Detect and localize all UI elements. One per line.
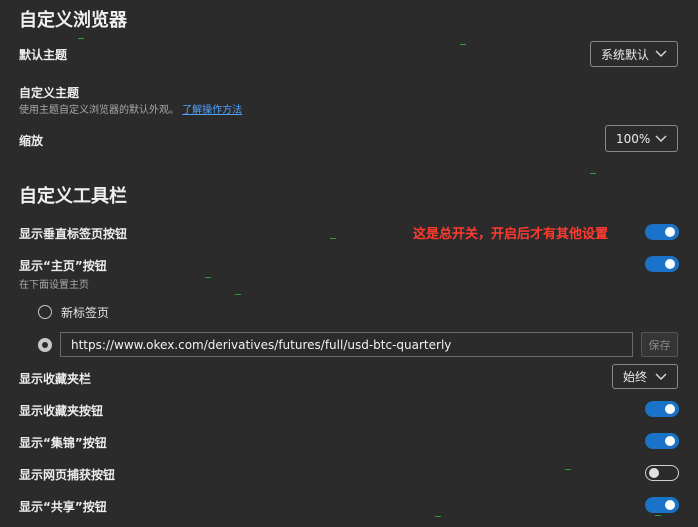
vertical-tabs-toggle[interactable] — [645, 224, 679, 240]
home-button-label: 显示“主页”按钮 — [19, 259, 107, 273]
new-tab-option-label: 新标签页 — [61, 306, 110, 320]
appearance-section-title: 自定义浏览器 — [19, 10, 127, 31]
favorites-button-label: 显示收藏夹按钮 — [19, 404, 104, 418]
collections-button-label: 显示“集锦”按钮 — [19, 436, 107, 450]
toggle-knob — [665, 259, 675, 269]
toggle-knob — [649, 468, 659, 478]
home-button-toggle[interactable] — [645, 256, 679, 272]
custom-theme-label: 自定义主题 — [19, 86, 80, 100]
toggle-knob — [665, 500, 675, 510]
new-tab-radio[interactable] — [38, 305, 52, 319]
zoom-value: 100% — [616, 131, 651, 146]
web-capture-button-label: 显示网页捕获按钮 — [19, 468, 116, 482]
zoom-label: 缩放 — [19, 134, 44, 148]
home-url-radio[interactable] — [38, 338, 52, 352]
toggle-knob — [665, 404, 675, 414]
learn-how-link[interactable]: 了解操作方法 — [182, 105, 242, 116]
favorites-button-toggle[interactable] — [645, 401, 679, 417]
artifact-speck — [590, 173, 596, 174]
custom-theme-desc-text: 使用主题自定义浏览器的默认外观。 — [19, 105, 179, 116]
toggle-knob — [665, 436, 675, 446]
zoom-dropdown[interactable]: 100% — [605, 125, 678, 152]
home-url-input[interactable]: https://www.okex.com/derivatives/futures… — [60, 332, 633, 357]
home-button-description: 在下面设置主页 — [19, 280, 89, 291]
artifact-speck — [205, 277, 211, 278]
favorites-bar-dropdown[interactable]: 始终 — [612, 364, 678, 389]
artifact-speck — [435, 516, 441, 517]
vertical-tabs-label: 显示垂直标签页按钮 — [19, 227, 128, 241]
web-capture-button-toggle[interactable] — [645, 465, 679, 481]
collections-button-toggle[interactable] — [645, 433, 679, 449]
default-theme-value: 系统默认 — [601, 47, 650, 62]
share-button-toggle[interactable] — [645, 497, 679, 513]
chevron-down-icon — [655, 50, 667, 58]
toolbar-section-title: 自定义工具栏 — [19, 186, 127, 207]
toggle-knob — [665, 227, 675, 237]
artifact-speck — [565, 469, 571, 470]
default-theme-dropdown[interactable]: 系统默认 — [590, 41, 678, 67]
favorites-bar-value: 始终 — [623, 370, 648, 384]
favorites-bar-label: 显示收藏夹栏 — [19, 372, 92, 386]
artifact-speck — [235, 294, 241, 295]
chevron-down-icon — [655, 135, 667, 143]
annotation-note: 这是总开关，开启后才有其他设置 — [413, 227, 609, 242]
share-button-label: 显示“共享”按钮 — [19, 500, 107, 514]
artifact-speck — [330, 238, 336, 239]
artifact-speck — [460, 44, 466, 45]
artifact-speck — [655, 515, 661, 516]
default-theme-label: 默认主题 — [19, 48, 68, 62]
custom-theme-description: 使用主题自定义浏览器的默认外观。 了解操作方法 — [19, 101, 242, 116]
chevron-down-icon — [655, 373, 667, 381]
artifact-speck — [78, 38, 84, 39]
save-button[interactable]: 保存 — [641, 332, 678, 357]
